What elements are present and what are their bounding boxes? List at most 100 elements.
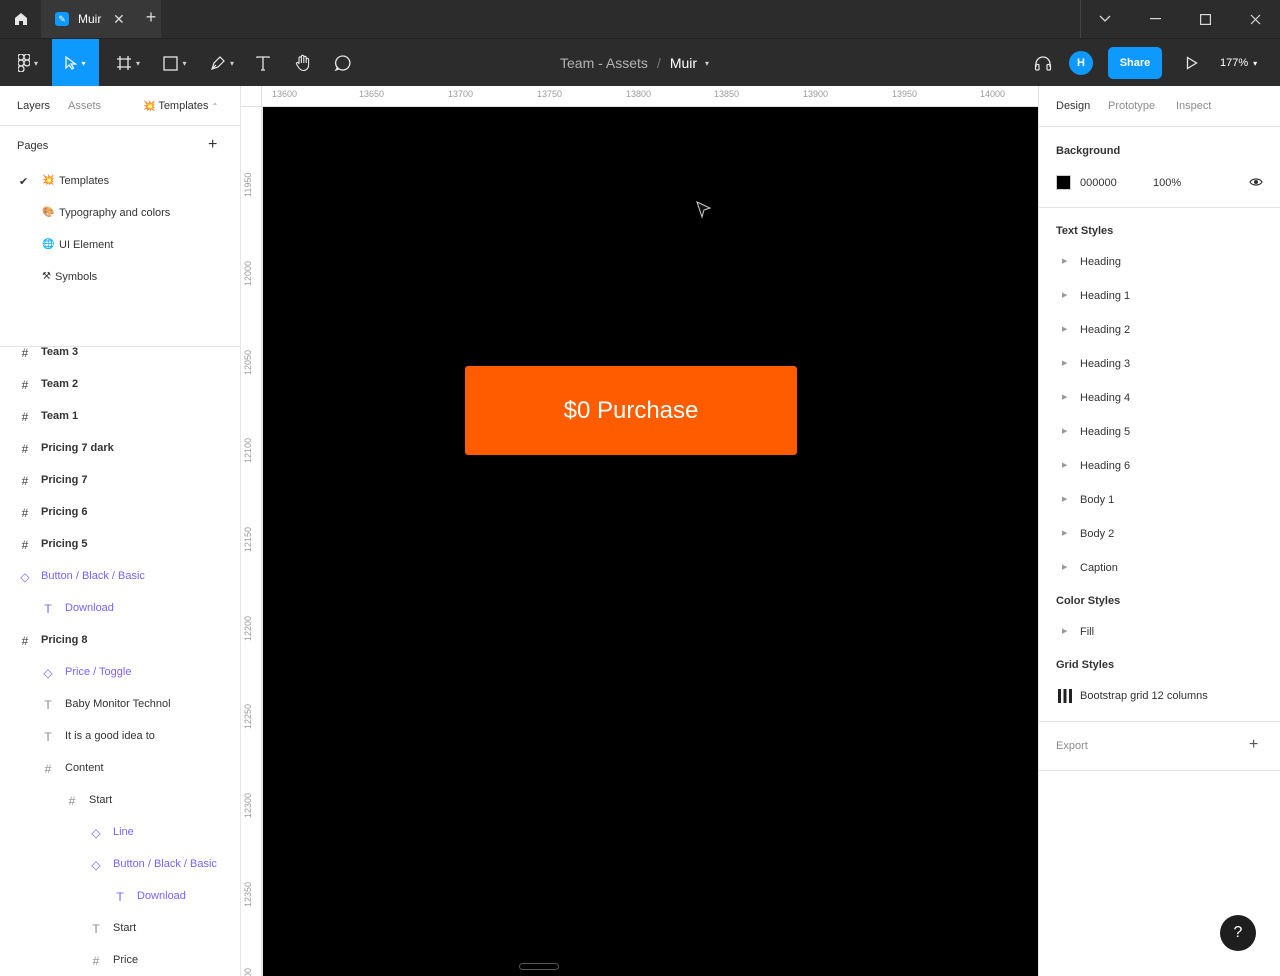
add-page-button[interactable]: +: [208, 136, 217, 154]
layer-label: Price: [113, 954, 139, 966]
audio-button[interactable]: [1031, 39, 1055, 87]
hand-tool-button[interactable]: [290, 39, 316, 87]
text-style-item[interactable]: ▶ Heading 2: [1039, 317, 1280, 345]
page-item-typography[interactable]: 🎨 Typography and colors: [0, 198, 240, 230]
right-panel-tabs: Design Prototype Inspect: [1039, 86, 1280, 127]
horizontal-scroll-handle[interactable]: [519, 963, 559, 970]
page-item-symbols[interactable]: ⚒ Symbols: [0, 262, 240, 294]
frame-icon: #: [21, 634, 29, 648]
layer-row[interactable]: # Pricing 7 dark: [0, 433, 240, 465]
zoom-dropdown[interactable]: 177% ▾: [1220, 39, 1257, 87]
avatar[interactable]: H: [1069, 51, 1093, 75]
layer-row[interactable]: # Pricing 5: [0, 529, 240, 561]
file-name[interactable]: Muir: [670, 55, 697, 71]
move-tool-button[interactable]: ▾: [52, 39, 99, 87]
grid-style-item[interactable]: Bootstrap grid 12 columns: [1080, 690, 1208, 702]
tab-inspect[interactable]: Inspect: [1176, 100, 1211, 112]
background-hex-input[interactable]: 000000: [1080, 177, 1117, 189]
frame-icon: #: [21, 378, 29, 392]
layer-row[interactable]: T Download: [0, 881, 240, 913]
tab-assets[interactable]: Assets: [68, 100, 101, 112]
tab-layers[interactable]: Layers: [17, 100, 50, 112]
layer-row[interactable]: T Baby Monitor Technol: [0, 689, 240, 721]
page-item-templates[interactable]: ✔ 💥 Templates: [0, 166, 240, 198]
background-opacity-input[interactable]: 100%: [1153, 177, 1181, 189]
shape-tool-button[interactable]: ▾: [156, 39, 194, 87]
layer-row[interactable]: T Download: [0, 593, 240, 625]
layer-row[interactable]: # Pricing 6: [0, 497, 240, 529]
text-style-label: Caption: [1080, 562, 1118, 574]
help-button[interactable]: ?: [1220, 915, 1256, 951]
layer-label: Download: [65, 602, 114, 614]
tab-prototype[interactable]: Prototype: [1108, 100, 1155, 112]
text-style-item[interactable]: ▶ Heading 4: [1039, 385, 1280, 413]
close-tab-icon[interactable]: ✕: [113, 11, 125, 28]
tab-design[interactable]: Design: [1056, 100, 1090, 112]
text-style-item[interactable]: ▶ Caption: [1039, 555, 1280, 583]
main-menu-button[interactable]: ▾: [8, 39, 48, 87]
background-color-swatch[interactable]: [1056, 175, 1071, 190]
ruler-vertical: 11950 12000 12050 12100 12150 12200 1225…: [241, 107, 262, 976]
text-tool-button[interactable]: [250, 39, 276, 87]
text-style-item[interactable]: ▶ Heading 5: [1039, 419, 1280, 447]
maximize-button[interactable]: [1180, 0, 1230, 38]
layer-row[interactable]: T Start: [0, 913, 240, 945]
title-bar: ✎ Muir ✕ +: [0, 0, 1280, 38]
comment-tool-button[interactable]: [330, 39, 356, 87]
layer-row[interactable]: # Pricing 8: [0, 625, 240, 657]
layer-row[interactable]: # Team 2: [0, 369, 240, 401]
chevron-up-icon: ⌃: [211, 102, 219, 111]
text-style-label: Heading 4: [1080, 392, 1131, 404]
layer-row[interactable]: # Start: [0, 785, 240, 817]
ruler-tick: 12200: [243, 615, 253, 641]
layer-row[interactable]: # Team 1: [0, 401, 240, 433]
tabs-dropdown-button[interactable]: [1080, 0, 1130, 38]
close-window-button[interactable]: [1230, 0, 1280, 38]
add-tab-button[interactable]: +: [141, 7, 161, 31]
chevron-down-icon[interactable]: ▾: [705, 59, 709, 68]
page-emoji-icon: ⚒: [42, 271, 51, 282]
project-name[interactable]: Team - Assets: [560, 55, 648, 71]
layer-row[interactable]: ◇ Button / Black / Basic: [0, 849, 240, 881]
layer-row[interactable]: ◇ Line: [0, 817, 240, 849]
pages-dropdown[interactable]: 💥 Templates ⌃: [143, 100, 218, 112]
layer-row[interactable]: ◇ Button / Black / Basic: [0, 561, 240, 593]
text-icon: T: [44, 602, 52, 616]
layer-row[interactable]: ◇ Price / Toggle: [0, 657, 240, 689]
color-style-item[interactable]: ▶ Fill: [1039, 619, 1280, 647]
present-button[interactable]: [1180, 39, 1204, 87]
text-style-item[interactable]: ▶ Body 1: [1039, 487, 1280, 515]
ruler-tick: 12300: [243, 792, 253, 818]
purchase-button[interactable]: $0 Purchase: [465, 366, 797, 455]
text-style-label: Heading 5: [1080, 426, 1131, 438]
text-style-item[interactable]: ▶ Heading: [1039, 249, 1280, 277]
component-instance-icon: ◇: [91, 858, 101, 872]
eye-icon[interactable]: [1249, 177, 1263, 187]
home-button[interactable]: [0, 0, 41, 38]
text-style-item[interactable]: ▶ Heading 6: [1039, 453, 1280, 481]
page-item-ui-element[interactable]: 🌐 UI Element: [0, 230, 240, 262]
text-style-item[interactable]: ▶ Heading 1: [1039, 283, 1280, 311]
page-label: UI Element: [59, 239, 114, 251]
layer-row[interactable]: # Content: [0, 753, 240, 785]
layer-row[interactable]: T It is a good idea to: [0, 721, 240, 753]
text-style-item[interactable]: ▶ Body 2: [1039, 521, 1280, 549]
frame-tool-button[interactable]: ▾: [108, 39, 148, 87]
checkmark-icon: ✔: [19, 176, 29, 188]
artboard-frame[interactable]: $0 Purchase: [263, 107, 1038, 976]
chevron-down-icon: ▾: [229, 58, 234, 68]
minimize-button[interactable]: [1130, 0, 1180, 38]
layer-row[interactable]: # Pricing 7: [0, 465, 240, 497]
layer-row[interactable]: # Team 3: [0, 337, 240, 369]
canvas[interactable]: 13600 13650 13700 13750 13800 13850 1390…: [241, 86, 1038, 976]
toolbar: ▾ ▾ ▾ ▾ ▾ Team - Assets / Muir ▾ H Share…: [0, 38, 1280, 87]
caret-right-icon: ▶: [1062, 530, 1068, 537]
hand-icon: [295, 54, 310, 72]
frame-icon: #: [21, 442, 29, 456]
headphones-icon: [1034, 56, 1052, 71]
layer-row[interactable]: # Price: [0, 945, 240, 976]
pen-tool-button[interactable]: ▾: [202, 39, 242, 87]
share-button[interactable]: Share: [1108, 47, 1162, 79]
add-export-button[interactable]: +: [1249, 736, 1258, 754]
text-style-item[interactable]: ▶ Heading 3: [1039, 351, 1280, 379]
